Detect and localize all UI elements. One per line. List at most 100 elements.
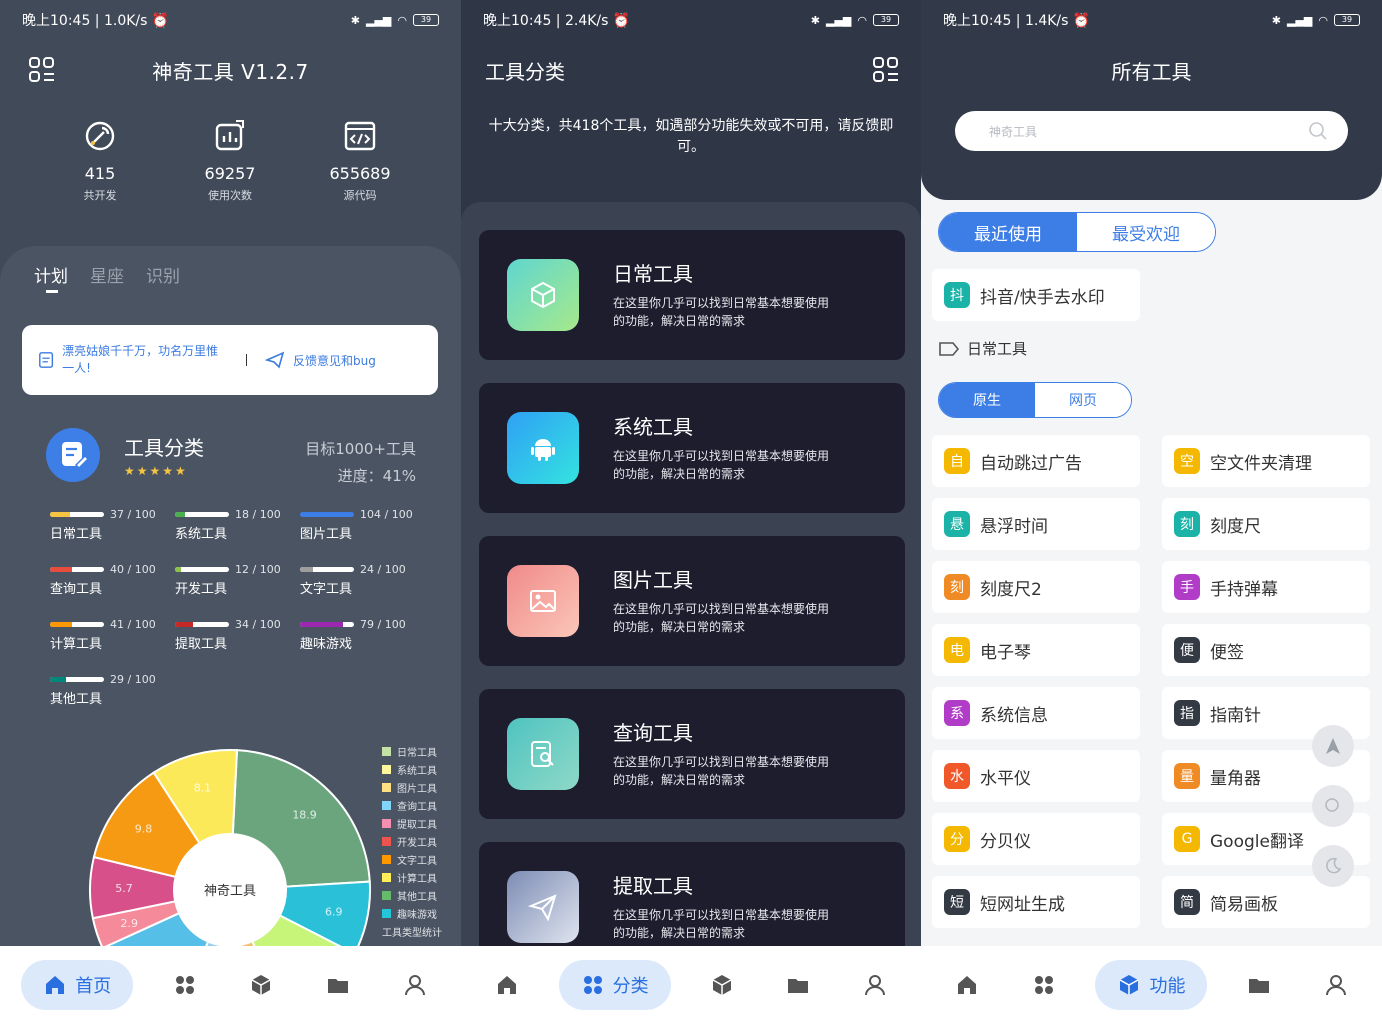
bar-value: 29 / 100 [110,673,156,686]
nav-function[interactable]: 功能 [1095,960,1208,1010]
tool-badge: 抖 [944,282,970,308]
tool-item[interactable]: 电电子琴 [932,624,1140,676]
tool-item[interactable]: 手手持弹幕 [1162,561,1370,613]
nav-category[interactable] [160,960,210,1010]
nav-home[interactable]: 首页 [21,960,134,1010]
nav-folder[interactable] [313,960,363,1010]
nav-function[interactable] [236,960,286,1010]
tool-item[interactable]: 空空文件夹清理 [1162,435,1370,487]
category-card-daily[interactable]: 日常工具 在这里你几乎可以找到日常基本想要使用的功能，解决日常的需求 [479,230,905,360]
tool-name: 手持弹幕 [1210,579,1278,600]
tool-item[interactable]: 便便签 [1162,624,1370,676]
tool-item[interactable]: 刻刻度尺 [1162,498,1370,550]
bar-track [300,512,354,517]
notice-divider [246,354,247,366]
tab-web[interactable]: 网页 [1035,383,1131,417]
nav-home[interactable] [942,960,992,1010]
legend-item: 查询工具 [382,796,442,814]
tool-item[interactable]: 自自动跳过广告 [932,435,1140,487]
nav-profile[interactable] [1311,960,1361,1010]
legend-swatch [382,800,391,810]
nav-function[interactable] [697,960,747,1010]
bar-fill [175,512,185,517]
search-fab[interactable] [1312,785,1354,827]
tool-name: 量角器 [1210,768,1261,789]
category-card-query[interactable]: 查询工具 在这里你几乎可以找到日常基本想要使用的功能，解决日常的需求 [479,689,905,819]
theme-fab[interactable] [1312,845,1354,887]
app-title: 神奇工具 V1.2.7 [152,60,309,84]
category-card-system[interactable]: 系统工具 在这里你几乎可以找到日常基本想要使用的功能，解决日常的需求 [479,383,905,513]
tool-item[interactable]: 分分贝仪 [932,813,1140,865]
tool-name: 抖音/快手去水印 [980,287,1105,308]
bar-track [175,512,229,517]
nav-folder[interactable] [1234,960,1284,1010]
notice-message: 漂亮姑娘千千万，功名万里惟一人! [38,343,228,377]
tool-badge: 悬 [944,511,970,537]
legend-item: 系统工具 [382,760,442,778]
apps-icon [583,976,602,994]
feedback-link[interactable]: 反馈意见和bug [265,351,376,369]
card-desc: 在这里你几乎可以找到日常基本想要使用的功能，解决日常的需求 [613,908,830,940]
tab-recognize[interactable]: 识别 [146,262,180,287]
legend-swatch [382,836,391,846]
tool-item[interactable]: 系系统信息 [932,687,1140,739]
bar-track [300,622,354,627]
legend-item: 文字工具 [382,850,442,868]
legend-label: 趣味游戏 [397,909,437,921]
nav-folder[interactable] [773,960,823,1010]
legend-label: 系统工具 [397,765,437,777]
recent-tool-item[interactable]: 抖 抖音/快手去水印 [932,269,1140,321]
nav-profile[interactable] [850,960,900,1010]
feedback-label: 反馈意见和bug [293,353,376,368]
page-title: 所有工具 [1111,60,1192,84]
tool-item[interactable]: 短短网址生成 [932,876,1140,928]
search-input[interactable]: 神奇工具 [955,111,1348,151]
tab-popular[interactable]: 最受欢迎 [1077,213,1215,251]
signal-icon: ▂▄▆ [826,13,852,27]
legend-label: 查询工具 [397,801,437,813]
section-title: 日常工具 [967,340,1028,358]
image-icon [507,565,579,637]
tool-badge: 系 [944,700,970,726]
edit-doc-icon [46,428,100,482]
battery-icon: 39 [873,14,899,26]
stat-label: 使用次数 [208,189,252,202]
nav-home[interactable] [482,960,532,1010]
bar-track [300,567,354,572]
tool-item[interactable]: 水水平仪 [932,750,1140,802]
tool-item[interactable]: 刻刻度尺2 [932,561,1140,613]
bar-fill [175,622,194,627]
tool-badge: 刻 [1174,511,1200,537]
bluetooth-icon: ✱ [1271,13,1281,27]
nav-category[interactable] [1019,960,1069,1010]
navigate-up-button[interactable] [1312,725,1354,767]
send-icon [507,871,579,943]
stat-value: 415 [84,164,116,183]
tool-badge: 手 [1174,574,1200,600]
pie-slice-label: 18.9 [292,809,317,822]
tab-constellation[interactable]: 星座 [90,262,124,287]
home-icon [498,976,517,994]
tab-plan[interactable]: 计划 [34,262,68,287]
battery-icon: 39 [1334,14,1360,26]
grid-menu-icon[interactable] [872,56,900,84]
bottom-nav: 功能 [921,946,1382,1024]
tab-native[interactable]: 原生 [939,383,1035,417]
category-card-image[interactable]: 图片工具 在这里你几乎可以找到日常基本想要使用的功能，解决日常的需求 [479,536,905,666]
bar-value: 41 / 100 [110,618,156,631]
card-title: 提取工具 [613,874,693,898]
tool-badge: 刻 [944,574,970,600]
nav-category[interactable]: 分类 [558,960,671,1010]
tab-recent[interactable]: 最近使用 [939,213,1077,251]
tool-badge: 简 [1174,889,1200,915]
tool-item[interactable]: 悬悬浮时间 [932,498,1140,550]
nav-profile[interactable] [390,960,440,1010]
bar-name: 计算工具 [50,637,103,652]
search-icon[interactable] [1308,121,1328,141]
bar-track [175,622,229,627]
cube-icon [252,975,271,995]
legend-swatch [382,764,391,774]
bluetooth-icon: ✱ [810,13,820,27]
tool-name: 便签 [1210,642,1244,663]
tool-badge: 空 [1174,448,1200,474]
